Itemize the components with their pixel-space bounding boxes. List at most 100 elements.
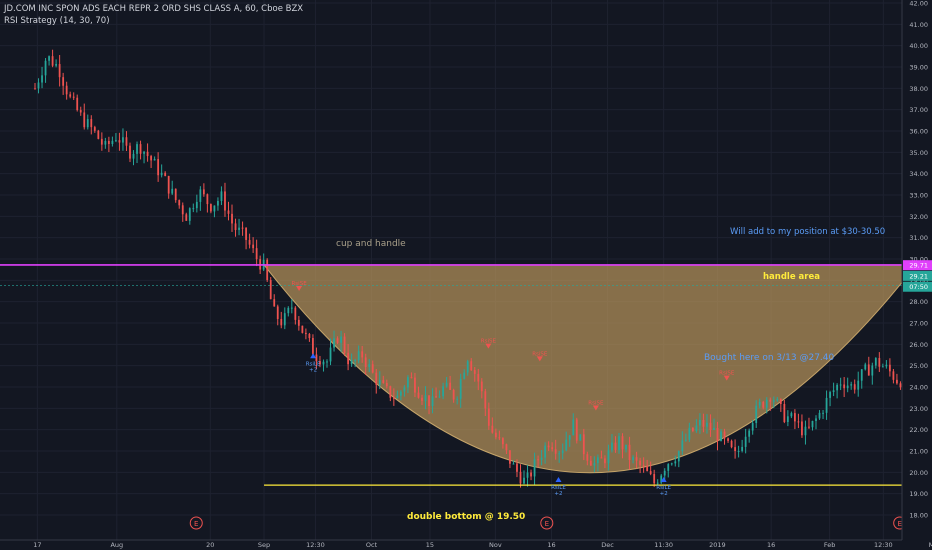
candle-body (720, 431, 722, 441)
candle-body (206, 194, 209, 205)
candle-body (83, 112, 86, 128)
price-marker-label: 29.21 (909, 272, 928, 280)
candle-body (227, 210, 230, 214)
earnings-label: E (194, 520, 198, 528)
time-tick-label: Oct (366, 541, 378, 549)
candle-body (533, 459, 536, 477)
candle-body (188, 208, 191, 221)
candle-body (385, 382, 388, 387)
price-tick-label: 38.00 (909, 85, 928, 93)
candle-body (181, 205, 184, 215)
price-tick-label: 28.00 (909, 298, 928, 306)
candle-body (709, 422, 712, 430)
candle-body (575, 419, 578, 441)
candle-body (357, 351, 360, 361)
candle-body (210, 204, 212, 212)
candle-body (255, 248, 258, 260)
candle-body (69, 94, 72, 97)
time-axis[interactable]: 17 Aug 20 Sep 12:30 Oct 15 Nov 16 Dec 11:30 2019 16 F… (0, 539, 932, 550)
candle-body (396, 395, 399, 399)
candle-body (600, 457, 603, 459)
candle-body (414, 377, 416, 393)
candle-body (100, 138, 103, 145)
candle-body (888, 364, 891, 372)
time-tick-label: 11:30 (654, 541, 673, 549)
candle-body (62, 77, 65, 86)
candle-body (554, 449, 557, 454)
price-axis[interactable]: 42.00 41.00 40.00 39.00 38.00 37.00 36.00 35.00… (901, 0, 932, 550)
earnings-label: E (545, 520, 549, 528)
candle-body (772, 400, 775, 402)
candle-body (723, 431, 726, 439)
candle-body (642, 465, 645, 467)
candle-body (691, 427, 694, 431)
time-tick-label: Dec (601, 541, 614, 549)
candle-body (755, 405, 758, 424)
candle-body (589, 460, 592, 466)
candle-body (790, 413, 793, 417)
time-tick-label: 16 (767, 541, 775, 549)
candle-body (132, 153, 135, 159)
candle-body (491, 425, 494, 433)
candle-body (681, 440, 684, 452)
time-tick-label: Aug (110, 541, 123, 549)
candle-body (846, 385, 849, 389)
candle-body (604, 458, 606, 464)
price-tick-label: 24.00 (909, 384, 928, 392)
candle-body (881, 366, 884, 368)
candle-body (34, 88, 36, 90)
candle-body (779, 399, 782, 405)
candle-body (762, 401, 765, 408)
candle-body (139, 144, 142, 154)
candle-body (699, 419, 701, 426)
candle-body (512, 463, 515, 465)
candle-body (287, 307, 290, 314)
candle-body (44, 60, 47, 76)
price-marker-label: 29.71 (909, 262, 928, 270)
candle-body (392, 397, 395, 399)
candle-body (58, 64, 61, 78)
time-tick-label: 17 (33, 541, 41, 549)
candle-body (509, 450, 511, 464)
candle-body (452, 389, 455, 400)
candle-body (266, 259, 269, 281)
candle-body (874, 358, 877, 366)
candle-body (167, 175, 170, 194)
price-tick-label: 32.00 (909, 213, 928, 221)
candle-body (118, 140, 121, 143)
candle-body (283, 313, 286, 326)
candle-body (656, 482, 659, 484)
candle-body (304, 332, 307, 334)
candle-body (797, 421, 800, 423)
candle-body (505, 444, 508, 451)
candle-body (801, 421, 803, 436)
price-tick-label: 21.00 (909, 448, 928, 456)
time-tick-label: 16 (547, 541, 555, 549)
double-bottom-note: double bottom @ 19.50 (407, 512, 525, 522)
rsi-le-qty: +2 (660, 491, 668, 497)
candle-body (248, 239, 251, 245)
candle-body (308, 333, 311, 339)
candle-body (635, 457, 638, 461)
candle-body (273, 299, 276, 307)
chart-canvas[interactable]: RsiLE+2RsiSERsiSERsiSERsiLE+2RsiSERsiLE+… (0, 0, 932, 550)
time-tick-label: Sep (258, 541, 270, 549)
candle-body (115, 140, 117, 142)
candle-body (653, 474, 656, 484)
candle-body (498, 437, 501, 439)
candle-body (741, 446, 744, 451)
candle-body (737, 450, 740, 452)
candle-body (122, 137, 124, 143)
candle-body (695, 425, 698, 431)
candle-body (561, 450, 564, 454)
price-tick-label: 35.00 (909, 149, 928, 157)
candle-body (361, 351, 364, 358)
candle-body (136, 144, 138, 154)
candle-body (202, 189, 205, 195)
candle-body (540, 457, 543, 460)
time-tick-label: 12:30 (874, 541, 893, 549)
candle-body (611, 442, 613, 451)
symbol-title: JD.COM INC SPON ADS EACH REPR 2 ORD SHS … (4, 4, 304, 14)
candle-body (748, 430, 751, 437)
candle-body (164, 172, 167, 176)
